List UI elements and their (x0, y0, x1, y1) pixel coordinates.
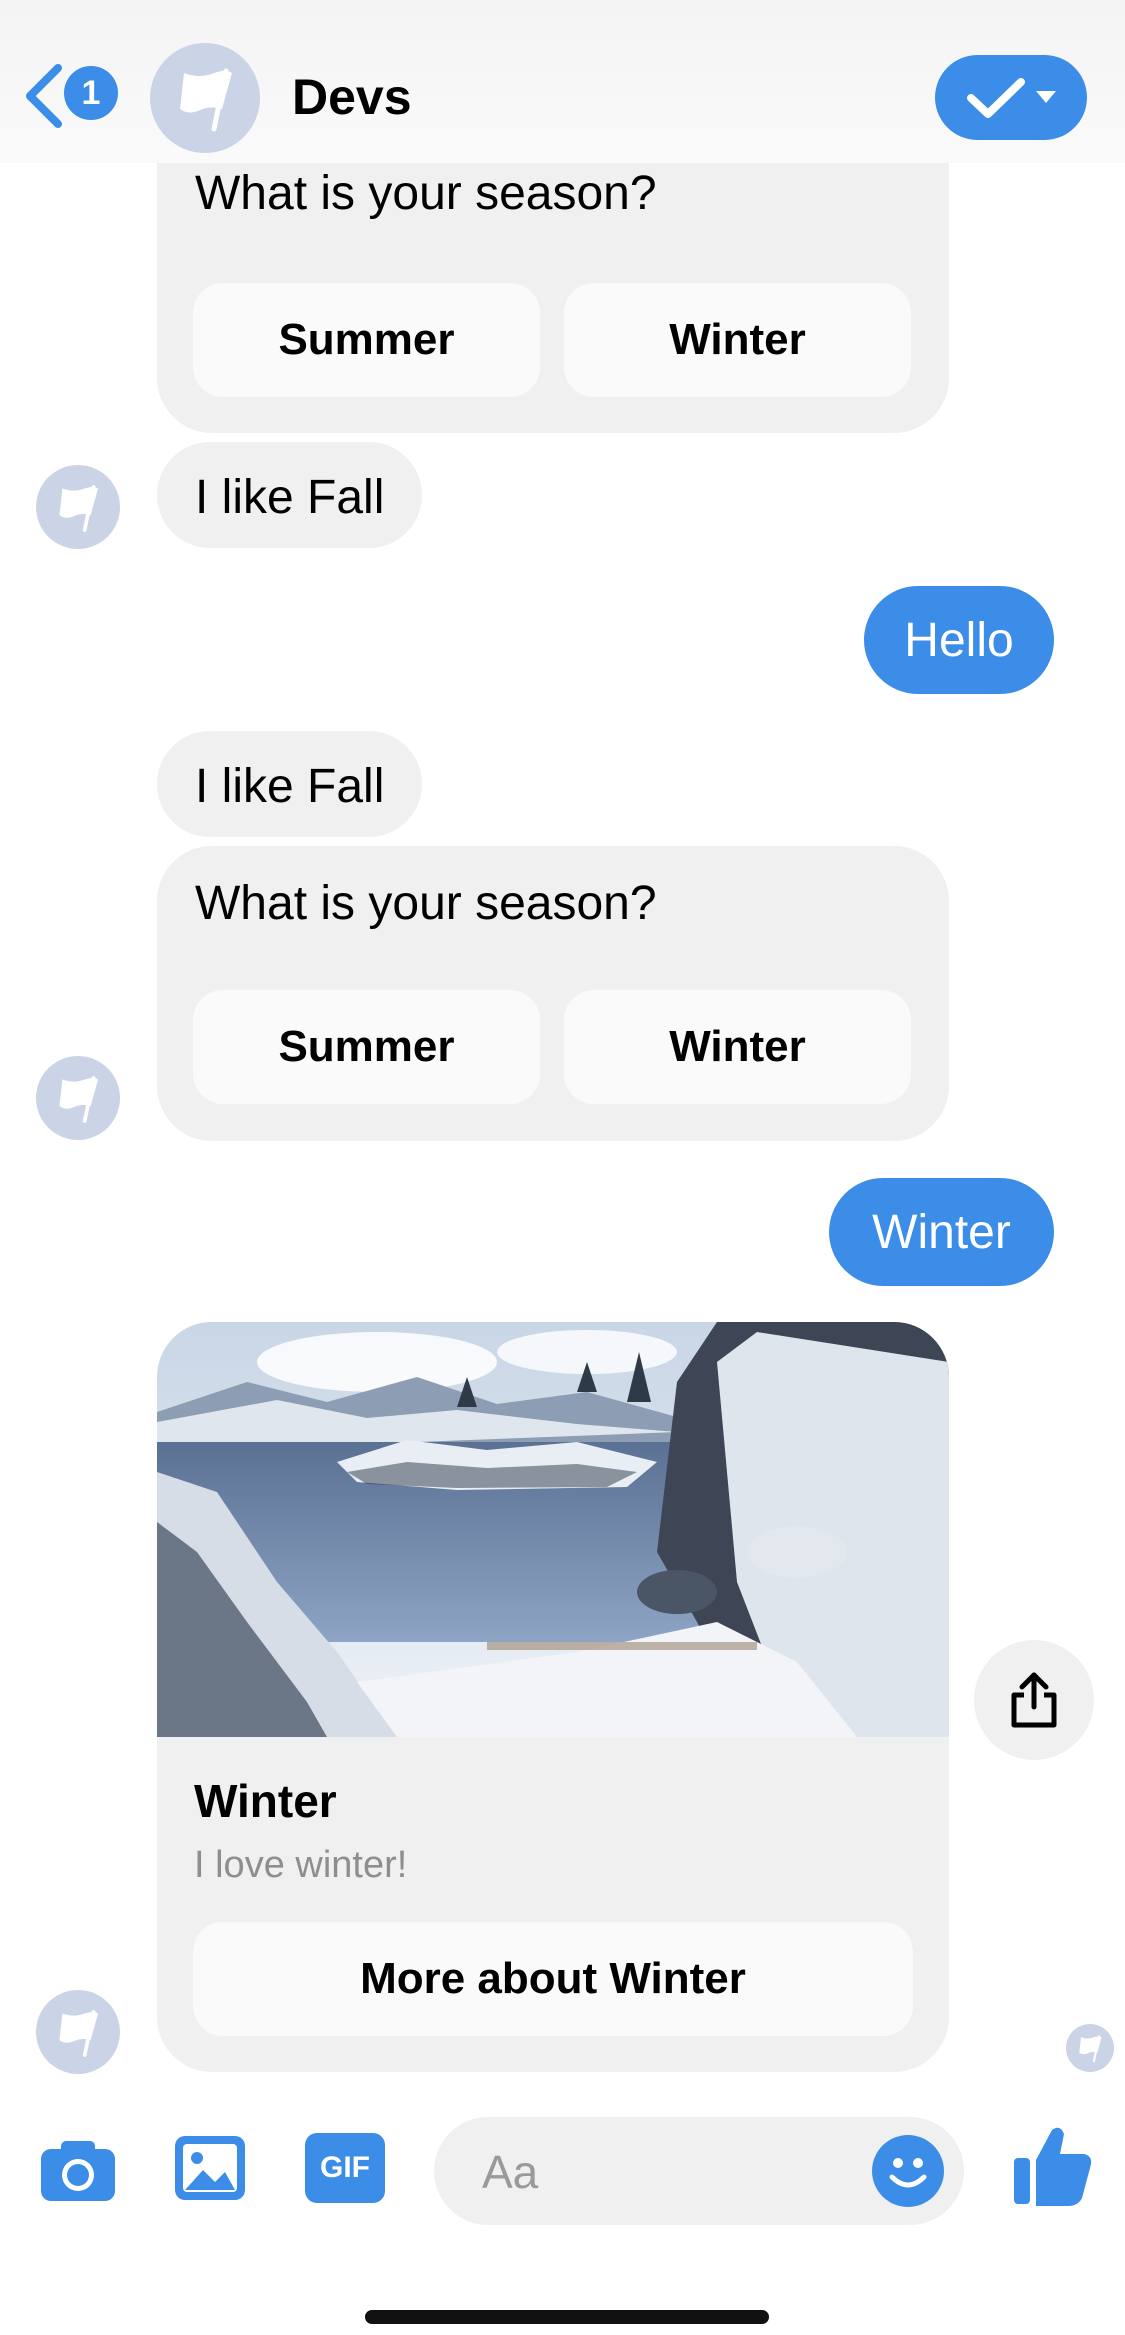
back-button[interactable]: 1 (22, 62, 122, 130)
camera-icon (41, 2141, 115, 2201)
like-button[interactable] (1010, 2120, 1096, 2210)
incoming-message[interactable]: I like Fall (157, 731, 422, 837)
flag-icon (1079, 2035, 1102, 2063)
chat-header: 1 Devs (0, 0, 1125, 163)
message-input[interactable]: Aa (434, 2117, 964, 2225)
actions-button[interactable] (935, 55, 1087, 140)
quick-reply-summer[interactable]: Summer (193, 283, 540, 397)
gif-label: GIF (320, 2151, 370, 2184)
message-text: I like Fall (195, 760, 385, 813)
chevron-left-icon (26, 64, 62, 128)
check-icon (967, 77, 1025, 118)
image-icon (175, 2136, 245, 2200)
quick-reply-summer[interactable]: Summer (193, 990, 540, 1104)
outgoing-message[interactable]: Hello (864, 586, 1054, 694)
question-text: What is your season? (195, 167, 657, 220)
card-subtitle: I love winter! (194, 1844, 408, 1886)
camera-button[interactable] (38, 2132, 118, 2208)
share-button[interactable] (974, 1640, 1094, 1760)
message-placeholder: Aa (482, 2146, 539, 2198)
read-receipt-avatar (1066, 2024, 1114, 2072)
incoming-message[interactable]: I like Fall (157, 442, 422, 548)
quick-reply-winter[interactable]: Winter (564, 283, 911, 397)
message-text: I like Fall (195, 471, 385, 524)
flag-icon (59, 485, 99, 532)
quick-reply-winter[interactable]: Winter (564, 990, 911, 1104)
emoji-icon (889, 2158, 927, 2188)
gif-icon: GIF (305, 2133, 385, 2203)
sender-avatar[interactable] (36, 1056, 120, 1140)
share-icon (1011, 1672, 1057, 1728)
card-image (157, 1322, 949, 1737)
thumbs-up-icon (1014, 2127, 1092, 2206)
outgoing-message[interactable]: Winter (829, 1178, 1054, 1286)
flag-icon (180, 68, 232, 132)
sender-avatar[interactable] (36, 1990, 120, 2074)
card-button[interactable]: More about Winter (193, 1922, 913, 2036)
emoji-button[interactable] (872, 2135, 944, 2207)
quick-reply-card: What is your season? Summer Winter (157, 140, 949, 433)
quick-reply-card: What is your season? Summer Winter (157, 846, 949, 1141)
caret-down-icon (1036, 90, 1056, 103)
home-indicator (365, 2310, 769, 2324)
gif-button[interactable]: GIF (304, 2130, 386, 2206)
question-text: What is your season? (195, 877, 657, 930)
sender-avatar[interactable] (36, 465, 120, 549)
flag-icon (59, 2010, 99, 2057)
card-title: Winter (194, 1775, 337, 1827)
generic-template-card[interactable]: Winter I love winter! More about Winter (157, 1322, 949, 2072)
chat-title[interactable]: Devs (292, 68, 412, 126)
unread-badge: 1 (64, 66, 118, 120)
group-avatar[interactable] (150, 43, 260, 153)
photo-button[interactable] (172, 2130, 248, 2206)
flag-icon (59, 1076, 99, 1123)
